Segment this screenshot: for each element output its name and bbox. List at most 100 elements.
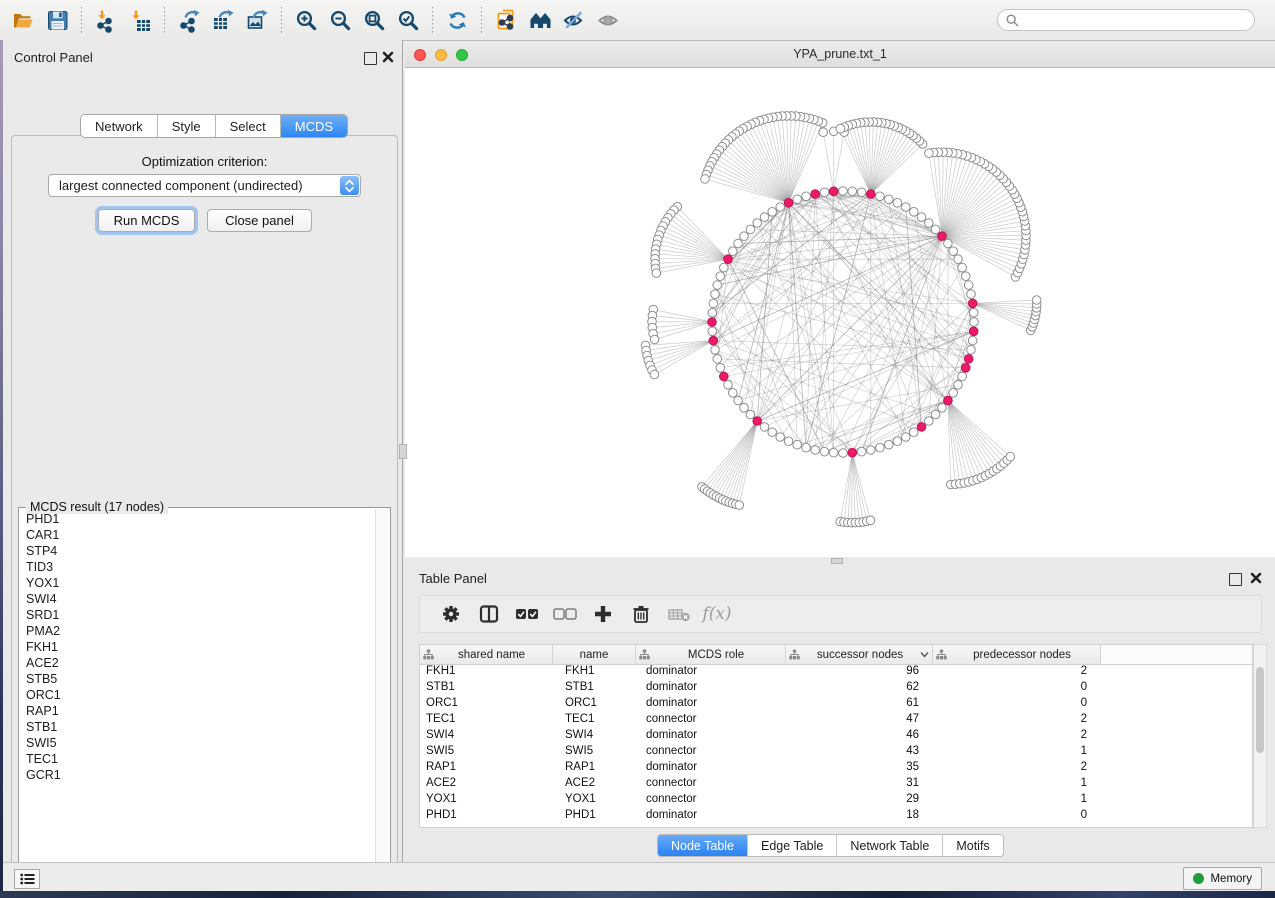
cell-MCDS-role: connector: [636, 713, 786, 729]
mcds-result-item[interactable]: PHD1: [26, 511, 376, 527]
table-row[interactable]: RAP1RAP1dominator352: [420, 761, 1252, 777]
mcds-result-item[interactable]: YOX1: [26, 575, 376, 591]
search-box[interactable]: [997, 9, 1255, 31]
mcds-result-item[interactable]: SRD1: [26, 607, 376, 623]
neighbors-button[interactable]: [523, 4, 557, 36]
check-pair-button[interactable]: [508, 598, 546, 630]
tab-network[interactable]: Network: [81, 115, 158, 137]
mcds-result-item[interactable]: PMA2: [26, 623, 376, 639]
network-window: YPA_prune.txt_1: [405, 42, 1275, 565]
mcds-result-item[interactable]: SWI4: [26, 591, 376, 607]
close-panel-icon[interactable]: [382, 51, 394, 63]
leaf-nodes[interactable]: [641, 112, 1041, 527]
mcds-result-item[interactable]: GCR1: [26, 767, 376, 783]
columns-button[interactable]: [470, 598, 508, 630]
horizontal-splitter-handle[interactable]: [831, 558, 843, 564]
control-panel-title: Control Panel: [14, 50, 93, 65]
task-history-button[interactable]: [14, 869, 40, 889]
table-row[interactable]: ORC1ORC1dominator610: [420, 697, 1252, 713]
mcds-result-item[interactable]: TID3: [26, 559, 376, 575]
tab-network-table[interactable]: Network Table: [837, 835, 943, 856]
criterion-dropdown[interactable]: largest connected component (undirected): [48, 174, 361, 197]
export-network-button[interactable]: [172, 4, 206, 36]
mcds-result-item[interactable]: ACE2: [26, 655, 376, 671]
mcds-list-scrollbar[interactable]: [375, 509, 389, 879]
table-row[interactable]: TEC1TEC1connector472: [420, 713, 1252, 729]
table-scrollbar[interactable]: [1253, 644, 1267, 828]
export-table-button[interactable]: [206, 4, 240, 36]
cell-MCDS-role: dominator: [636, 697, 786, 713]
import-network-button[interactable]: [89, 4, 123, 36]
mcds-result-item[interactable]: STB5: [26, 671, 376, 687]
mcds-result-list[interactable]: PHD1CAR1STP4TID3YOX1SWI4SRD1PMA2FKH1ACE2…: [20, 511, 376, 879]
zoom-in-button[interactable]: [289, 4, 323, 36]
column-header-name[interactable]: name: [553, 645, 636, 664]
show-details-button[interactable]: [591, 4, 625, 36]
doc-share-button[interactable]: [489, 4, 523, 36]
table-row[interactable]: YOX1YOX1connector291: [420, 793, 1252, 809]
mcds-result-item[interactable]: CAR1: [26, 527, 376, 543]
memory-button[interactable]: Memory: [1183, 867, 1262, 890]
column-header-MCDS-role[interactable]: MCDS role: [636, 645, 786, 664]
column-header-predecessor-nodes[interactable]: predecessor nodes: [933, 645, 1101, 664]
search-icon: [1006, 14, 1019, 27]
plus-button[interactable]: [584, 598, 622, 630]
close-table-panel-icon[interactable]: [1250, 572, 1262, 584]
network-canvas[interactable]: [405, 68, 1275, 557]
table-row[interactable]: STB1STB1dominator620: [420, 681, 1252, 697]
table-row[interactable]: ACE2ACE2connector311: [420, 777, 1252, 793]
tab-select[interactable]: Select: [216, 115, 281, 137]
table-row[interactable]: SWI5SWI5connector431: [420, 745, 1252, 761]
close-panel-button[interactable]: Close panel: [207, 209, 312, 232]
column-header-shared-name[interactable]: shared name: [420, 645, 553, 664]
refresh-button[interactable]: [440, 4, 474, 36]
network-graph[interactable]: [405, 68, 1275, 557]
table-row[interactable]: PHD1PHD1dominator180: [420, 809, 1252, 825]
mcds-result-item[interactable]: RAP1: [26, 703, 376, 719]
control-panel-tabs: NetworkStyleSelectMCDS: [80, 114, 348, 138]
tab-motifs[interactable]: Motifs: [943, 835, 1002, 856]
mcds-result-item[interactable]: FKH1: [26, 639, 376, 655]
hide-details-button[interactable]: [557, 4, 591, 36]
trash-button[interactable]: [622, 598, 660, 630]
save-button[interactable]: [40, 4, 74, 36]
cell-name: TEC1: [553, 713, 636, 729]
table-scrollbar-thumb[interactable]: [1256, 667, 1264, 753]
zoom-fit-button[interactable]: [357, 4, 391, 36]
tab-style[interactable]: Style: [158, 115, 216, 137]
mcds-result-item[interactable]: SWI5: [26, 735, 376, 751]
export-image-button[interactable]: [240, 4, 274, 36]
import-table-button[interactable]: [123, 4, 157, 36]
float-table-panel-icon[interactable]: [1229, 573, 1242, 586]
cell-predecessor-nodes: 2: [933, 729, 1101, 745]
table-row[interactable]: SWI4SWI4dominator462: [420, 729, 1252, 745]
cell-MCDS-role: connector: [636, 745, 786, 761]
mcds-result-item[interactable]: ORC1: [26, 687, 376, 703]
column-header-successor-nodes[interactable]: successor nodes: [786, 645, 933, 664]
gear-button[interactable]: [432, 598, 470, 630]
table-row[interactable]: FKH1FKH1dominator962: [420, 665, 1252, 681]
status-bar: Memory: [3, 862, 1275, 891]
columns-icon: [477, 602, 501, 626]
mcds-result-item[interactable]: STP4: [26, 543, 376, 559]
tab-node-table[interactable]: Node Table: [658, 835, 748, 856]
zoom-out-button[interactable]: [323, 4, 357, 36]
network-window-titlebar[interactable]: YPA_prune.txt_1: [405, 42, 1275, 68]
vertical-splitter-handle[interactable]: [399, 444, 407, 459]
search-input[interactable]: [1024, 12, 1246, 28]
table-delete-button[interactable]: [660, 598, 698, 630]
cell-predecessor-nodes: 2: [933, 761, 1101, 777]
uncheck-pair-button[interactable]: [546, 598, 584, 630]
zoom-selected-button[interactable]: [391, 4, 425, 36]
memory-label: Memory: [1210, 873, 1252, 885]
open-button[interactable]: [6, 4, 40, 36]
cell-MCDS-role: connector: [636, 777, 786, 793]
run-mcds-button[interactable]: Run MCDS: [98, 209, 195, 232]
tab-edge-table[interactable]: Edge Table: [748, 835, 837, 856]
cell-name: ACE2: [553, 777, 636, 793]
float-panel-icon[interactable]: [364, 52, 377, 65]
mcds-result-item[interactable]: TEC1: [26, 751, 376, 767]
tab-mcds[interactable]: MCDS: [281, 115, 347, 137]
mcds-result-item[interactable]: STB1: [26, 719, 376, 735]
fx-icon: f(x): [702, 604, 731, 624]
